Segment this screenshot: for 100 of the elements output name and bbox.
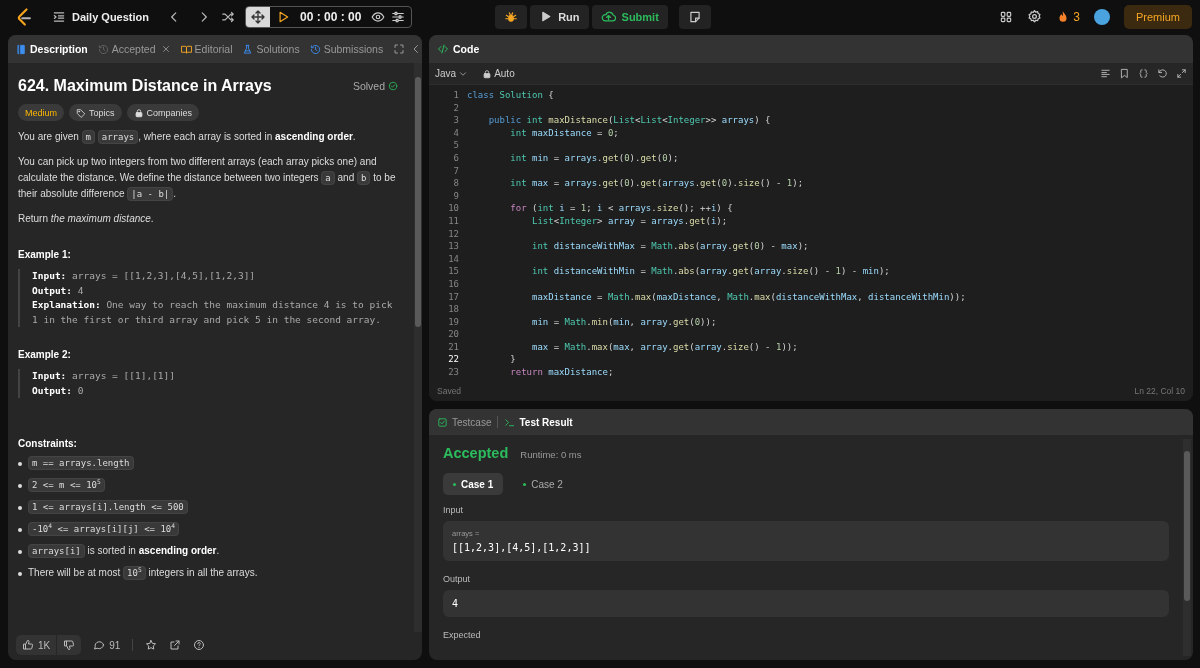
check-circle-icon [388, 81, 398, 91]
tag-icon [76, 107, 86, 118]
language-dropdown[interactable]: Java [435, 68, 469, 79]
code-line: int min = arrays.get(0).get(0); [509, 151, 679, 165]
tab[interactable]: Description [16, 43, 88, 55]
line-number: 11 [447, 214, 459, 228]
tab[interactable]: Test Result [504, 416, 573, 428]
line-number: 12 [447, 227, 459, 241]
play-icon[interactable] [276, 9, 291, 24]
history-icon [309, 43, 321, 55]
debug-button[interactable] [495, 4, 528, 29]
code-line: for (int i = 1; i < arrays.size(); ++i) { [509, 202, 733, 215]
tab[interactable]: Solutions [242, 43, 300, 55]
bookmark-icon[interactable] [1119, 68, 1130, 79]
code-icon [437, 43, 449, 55]
code-line: int distanceWithMin = Math.abs(array.get(array.size() - 1) - min); [531, 265, 890, 278]
line-number: 5 [452, 139, 459, 152]
line-number: 13 [447, 240, 459, 253]
line-number: 8 [452, 177, 459, 190]
panel-title: Code [453, 43, 480, 55]
case-tab[interactable]: Case 1 [443, 473, 504, 495]
shuffle-icon[interactable] [221, 9, 236, 24]
premium-button[interactable]: Premium [1124, 4, 1192, 29]
code-line: int max = arrays.get(0).get(arrays.get(0).size() - 1); [509, 177, 804, 190]
flask-icon [242, 43, 254, 55]
fullscreen-icon[interactable] [393, 43, 406, 55]
comments-button[interactable]: 91 [93, 639, 121, 651]
undo-icon[interactable] [1157, 68, 1168, 79]
comment-icon [93, 639, 106, 651]
streak-counter[interactable]: 3 [1056, 9, 1080, 24]
line-number: 18 [447, 303, 459, 316]
line-number: 16 [447, 277, 459, 291]
line-number: 6 [452, 151, 459, 165]
tag-chip[interactable]: Topics [69, 104, 122, 121]
code-line: int maxDistance = 0; [509, 126, 619, 140]
note-icon [687, 9, 702, 24]
tag-chip[interactable]: Companies [126, 104, 200, 121]
help-icon[interactable] [193, 639, 206, 651]
sliders-icon[interactable] [391, 9, 406, 24]
tab[interactable]: Accepted [97, 43, 156, 55]
braces-icon[interactable] [1138, 68, 1149, 79]
verdict: Accepted [443, 445, 509, 461]
section-label: Input [443, 505, 465, 515]
constraint-item: arrays[i] is sorted in ascending order. [18, 543, 398, 559]
tab[interactable]: Testcase [437, 416, 492, 428]
settings-icon[interactable] [1027, 9, 1043, 24]
line-number: 23 [447, 366, 459, 379]
case-tab[interactable]: Case 2 [513, 473, 573, 495]
lock-icon [482, 68, 493, 79]
line-number: 9 [452, 189, 459, 203]
format-icon[interactable] [1100, 68, 1111, 79]
avatar[interactable] [1094, 8, 1110, 25]
code-line: max = Math.max(max, array.get(array.size() - 1)); [531, 340, 798, 354]
code-line: return maxDistance; [509, 366, 614, 379]
scrollbar[interactable] [414, 63, 422, 632]
expand-icon[interactable] [1176, 68, 1187, 79]
lock-icon [133, 107, 144, 118]
code-line: int distanceWithMax = Math.abs(array.get(0) - max); [531, 240, 809, 253]
tab[interactable]: Editorial [180, 43, 233, 55]
constraint-item: There will be at most 10$^{5}$ integers in all the arrays. [18, 565, 398, 581]
example-line: Output: 4 [32, 283, 85, 298]
code-line: public int maxDistance(List<List<Integer>> arrays) { [487, 114, 771, 127]
output-value: 4 [452, 598, 460, 609]
section-label: Output [443, 574, 472, 584]
run-button[interactable]: Run [530, 4, 589, 29]
eye-icon[interactable] [371, 9, 386, 24]
line-number: 4 [452, 126, 459, 140]
line-number: 15 [447, 265, 459, 278]
grid-icon[interactable] [999, 9, 1014, 24]
timer[interactable]: 00 : 00 : 00 [245, 5, 413, 28]
thumbs-down-icon [63, 639, 76, 651]
example-heading: Example 2: [18, 349, 72, 360]
line-number: 19 [447, 315, 459, 329]
line-number: 14 [447, 252, 459, 266]
description-paragraph: Return the maximum distance. [18, 212, 155, 226]
notes-button[interactable] [678, 4, 711, 29]
list-icon[interactable] [52, 9, 66, 24]
auto-mode-button[interactable]: Auto [482, 68, 515, 79]
share-icon[interactable] [169, 639, 182, 651]
submit-button[interactable]: Submit [591, 4, 668, 29]
bug-icon [504, 9, 519, 24]
example-line: Input: arrays = [[1,2,3],[4,5],[1,2,3]] [32, 269, 257, 283]
constraint-item: 1 <= arrays[i].length <= 500 [18, 499, 398, 515]
daily-question-title[interactable]: Daily Question [72, 10, 150, 23]
star-icon[interactable] [145, 639, 158, 651]
constraint-item: -10$^{4}$ <= arrays[i][j] <= 10$^{4}$ [18, 521, 398, 537]
constraints-heading: Constraints: [18, 438, 78, 449]
move-icon[interactable] [250, 8, 267, 25]
play-icon [539, 10, 553, 23]
history-icon [97, 43, 109, 55]
tab[interactable]: Submissions [309, 43, 384, 55]
scrollbar[interactable] [1183, 439, 1191, 656]
runtime: Runtime: 0 ms [520, 449, 582, 460]
difficulty-badge: Medium [18, 104, 64, 121]
code-line: class Solution { [466, 89, 554, 102]
close-icon[interactable] [160, 44, 171, 54]
code-line: List<Integer> array = arrays.get(i); [531, 214, 728, 228]
save-status: Saved [437, 386, 462, 396]
constraint-item: m == arrays.length [18, 455, 398, 471]
code-line: maxDistance = Math.max(maxDistance, Math.max(distanceWithMax, distanceWithMin)); [531, 290, 966, 304]
